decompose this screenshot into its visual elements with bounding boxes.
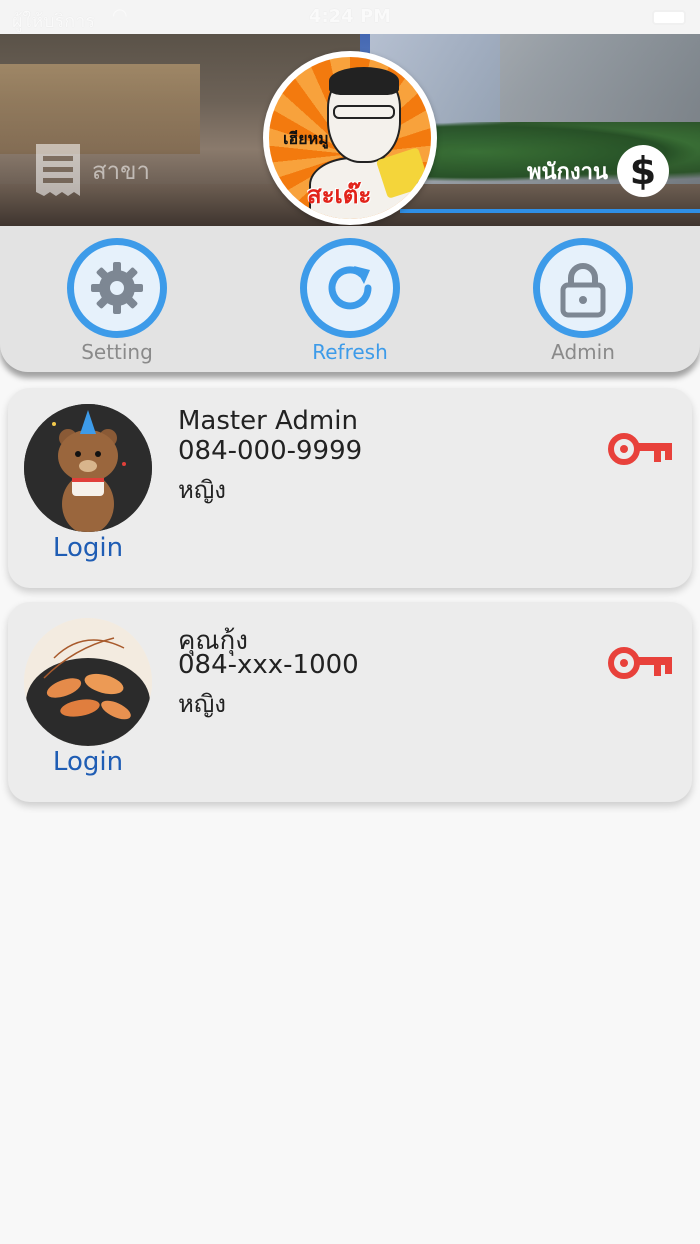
user-phone: 084-000-9999	[178, 436, 363, 466]
user-avatar	[24, 404, 152, 532]
refresh-icon	[328, 266, 372, 310]
user-gender: หญิง	[178, 476, 226, 504]
user-avatar	[24, 618, 152, 746]
dollar-icon: $	[617, 145, 669, 197]
admin-label: Admin	[551, 340, 615, 364]
setting-button[interactable]: Setting	[47, 238, 187, 364]
staff-button[interactable]: พนักงาน $	[527, 144, 670, 198]
user-phone: 084-xxx-1000	[178, 650, 359, 680]
refresh-label: Refresh	[312, 340, 388, 364]
refresh-circle[interactable]	[300, 238, 400, 338]
user-name: Master Admin	[178, 406, 358, 436]
user-card[interactable]: Login Master Admin 084-000-9999 หญิง	[8, 388, 692, 588]
action-panel: Setting Refresh Admin	[0, 226, 700, 372]
user-gender: หญิง	[178, 690, 226, 718]
key-icon[interactable]	[608, 642, 674, 684]
logo-text-main: สะเต๊ะ	[307, 181, 372, 209]
battery-icon	[652, 10, 686, 25]
login-button[interactable]: Login	[24, 533, 152, 563]
branch-selector[interactable]: สาขา	[34, 142, 150, 198]
receipt-icon	[36, 144, 80, 196]
shrimp-avatar-image	[24, 618, 152, 746]
setting-circle[interactable]	[67, 238, 167, 338]
admin-button[interactable]: Admin	[513, 238, 653, 364]
staff-label: พนักงาน	[527, 159, 608, 185]
banner-background	[0, 64, 200, 154]
logo-glasses	[333, 105, 395, 119]
restaurant-logo: เฮียหมู สะเต๊ะ	[263, 51, 437, 225]
login-button[interactable]: Login	[24, 747, 152, 777]
status-bar: ผู้ให้บริการ ◠ 4:24 PM	[0, 0, 700, 34]
refresh-button[interactable]: Refresh	[280, 238, 420, 364]
lock-icon	[560, 263, 606, 318]
svg-text:$: $	[630, 149, 656, 193]
header-accent-line	[400, 209, 700, 213]
logo-hair	[329, 67, 399, 95]
logo-artwork: เฮียหมู สะเต๊ะ	[269, 57, 431, 219]
gear-icon	[91, 262, 143, 314]
key-icon[interactable]	[608, 428, 674, 470]
user-card[interactable]: Login คุณกุ้ง 084-xxx-1000 หญิง	[8, 602, 692, 802]
branch-label: สาขา	[92, 156, 151, 185]
logo-text-top: เฮียหมู	[283, 129, 329, 148]
setting-label: Setting	[81, 340, 153, 364]
admin-circle[interactable]	[533, 238, 633, 338]
bear-avatar-image	[24, 404, 152, 532]
status-time: 4:24 PM	[308, 6, 392, 27]
